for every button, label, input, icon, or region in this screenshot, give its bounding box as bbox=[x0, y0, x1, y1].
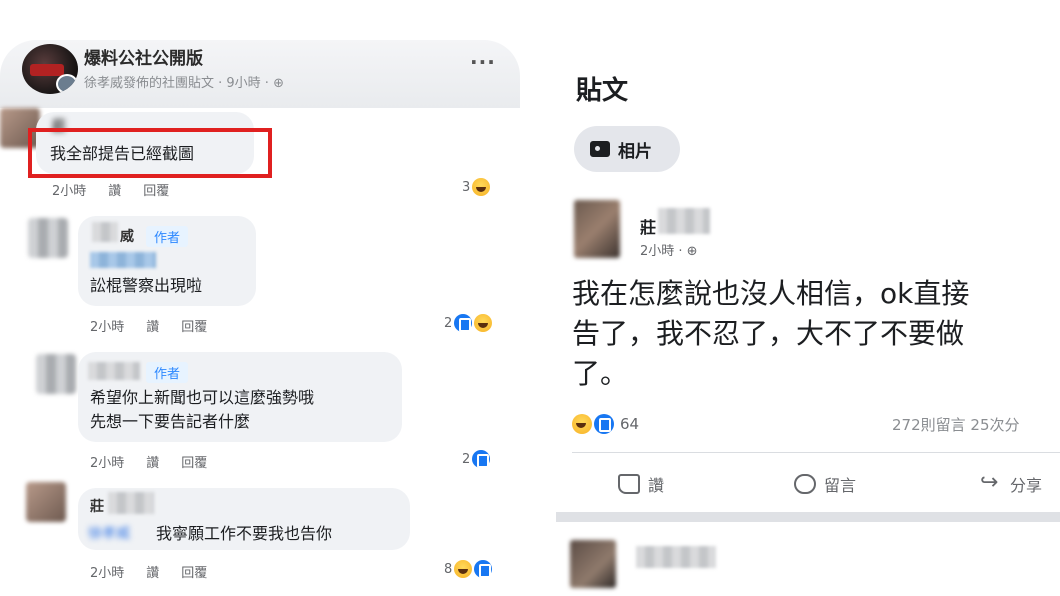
like-link[interactable]: 讚 bbox=[146, 456, 159, 471]
comment-reactions[interactable]: 8 bbox=[444, 560, 493, 578]
thumbs-up-icon bbox=[618, 474, 640, 494]
commenter-name[interactable]: 莊 bbox=[90, 496, 104, 516]
divider bbox=[572, 452, 1060, 453]
like-link[interactable]: 讚 bbox=[108, 184, 121, 199]
like-link[interactable]: 讚 bbox=[146, 320, 159, 335]
post-reactions[interactable]: 64 bbox=[572, 414, 639, 434]
comment-time: 2小時 bbox=[90, 456, 125, 471]
comment-reactions[interactable]: 2 bbox=[462, 450, 491, 468]
group-post-subtitle: 徐孝威發佈的社團貼文 · 9小時 · ⊕ bbox=[84, 76, 284, 91]
post-detail-panel: 貼文 相片 莊 2小時 · ⊕ 我在怎麼說也沒人相信，ok直接 告了，我不忍了，… bbox=[556, 0, 1060, 596]
reaction-count: 2 bbox=[462, 451, 471, 467]
share-button-label: 分享 bbox=[1010, 476, 1043, 495]
reply-link[interactable]: 回覆 bbox=[143, 184, 169, 199]
haha-reaction-icon bbox=[474, 314, 493, 332]
reply-link[interactable]: 回覆 bbox=[181, 320, 207, 335]
post-time[interactable]: 2小時 · ⊕ bbox=[640, 240, 698, 259]
blurred-name bbox=[88, 362, 140, 380]
comment-button[interactable]: 留言 bbox=[794, 472, 856, 496]
comment-text: 訟棍警察出現啦 bbox=[90, 276, 203, 295]
comment-meta: 2小時 讚 回覆 bbox=[52, 180, 191, 199]
reaction-count: 2 bbox=[444, 315, 453, 331]
group-name[interactable]: 爆料公社公開版 bbox=[84, 44, 203, 69]
page-title: 貼文 bbox=[576, 76, 629, 106]
mention-link[interactable]: 徐孝威 bbox=[88, 522, 130, 546]
photos-chip-label: 相片 bbox=[618, 141, 652, 162]
like-reaction-icon bbox=[594, 414, 614, 434]
comment-meta: 2小時 讚 回覆 bbox=[90, 316, 229, 335]
post-reaction-count: 64 bbox=[620, 415, 640, 433]
post-author-avatar[interactable] bbox=[574, 200, 620, 258]
more-options-icon[interactable]: ··· bbox=[470, 50, 496, 74]
comment-time: 2小時 bbox=[90, 320, 125, 335]
comment-icon bbox=[794, 474, 816, 494]
like-reaction-icon bbox=[454, 314, 473, 332]
like-reaction-icon bbox=[474, 560, 493, 578]
red-highlight-box bbox=[28, 128, 272, 178]
commenter-avatar[interactable] bbox=[28, 218, 68, 258]
like-button-label: 讚 bbox=[648, 476, 665, 495]
next-post-avatar[interactable] bbox=[570, 540, 616, 588]
commenter-avatar[interactable] bbox=[36, 354, 76, 394]
commenter-avatar[interactable] bbox=[26, 482, 66, 522]
author-badge: 作者 bbox=[146, 226, 189, 247]
share-button[interactable]: 分享 bbox=[980, 470, 1043, 496]
blurred-author-name bbox=[658, 208, 710, 234]
reply-link[interactable]: 回覆 bbox=[181, 566, 207, 581]
comment-time: 2小時 bbox=[52, 184, 87, 199]
blurred-next-author bbox=[636, 546, 716, 568]
comment-meta: 2小時 讚 回覆 bbox=[90, 562, 229, 581]
comment-reactions[interactable]: 2 bbox=[444, 314, 493, 332]
reply-link[interactable]: 回覆 bbox=[181, 456, 207, 471]
group-post-comments-panel: 爆料公社公開版 徐孝威發佈的社團貼文 · 9小時 · ⊕ ··· 莊 我全部提告… bbox=[0, 0, 540, 596]
post-text: 我在怎麼說也沒人相信，ok直接 告了，我不忍了，大不了不要做 了。 bbox=[572, 277, 970, 390]
section-separator bbox=[556, 512, 1060, 522]
comment-text: 希望你上新聞也可以這麼強勢哦 先想一下要告記者什麼 bbox=[90, 388, 315, 431]
post-stats[interactable]: 272則留言 25次分 bbox=[892, 414, 1020, 435]
reaction-count: 8 bbox=[444, 561, 453, 577]
blurred-name-part bbox=[108, 492, 154, 514]
haha-reaction-icon bbox=[472, 178, 491, 196]
post-author-name[interactable]: 莊 bbox=[640, 214, 656, 238]
reaction-count: 3 bbox=[462, 179, 471, 195]
commenter-name[interactable]: 威 bbox=[120, 226, 134, 246]
haha-reaction-icon bbox=[454, 560, 473, 578]
photos-chip[interactable]: 相片 bbox=[574, 126, 680, 172]
group-avatar[interactable] bbox=[22, 44, 78, 94]
photo-icon bbox=[590, 141, 610, 157]
comment-meta: 2小時 讚 回覆 bbox=[90, 452, 229, 471]
like-link[interactable]: 讚 bbox=[146, 566, 159, 581]
blurred-name-part bbox=[92, 222, 118, 242]
like-reaction-icon bbox=[472, 450, 491, 468]
comment-time: 2小時 bbox=[90, 566, 125, 581]
comment-text: 我寧願工作不要我也告你 bbox=[156, 524, 333, 543]
author-badge: 作者 bbox=[146, 362, 189, 383]
share-icon bbox=[980, 470, 1002, 495]
like-button[interactable]: 讚 bbox=[618, 472, 664, 496]
blurred-mention bbox=[90, 252, 156, 268]
haha-reaction-icon bbox=[572, 414, 592, 434]
comment-button-label: 留言 bbox=[824, 476, 857, 495]
comment-reactions[interactable]: 3 bbox=[462, 178, 491, 196]
